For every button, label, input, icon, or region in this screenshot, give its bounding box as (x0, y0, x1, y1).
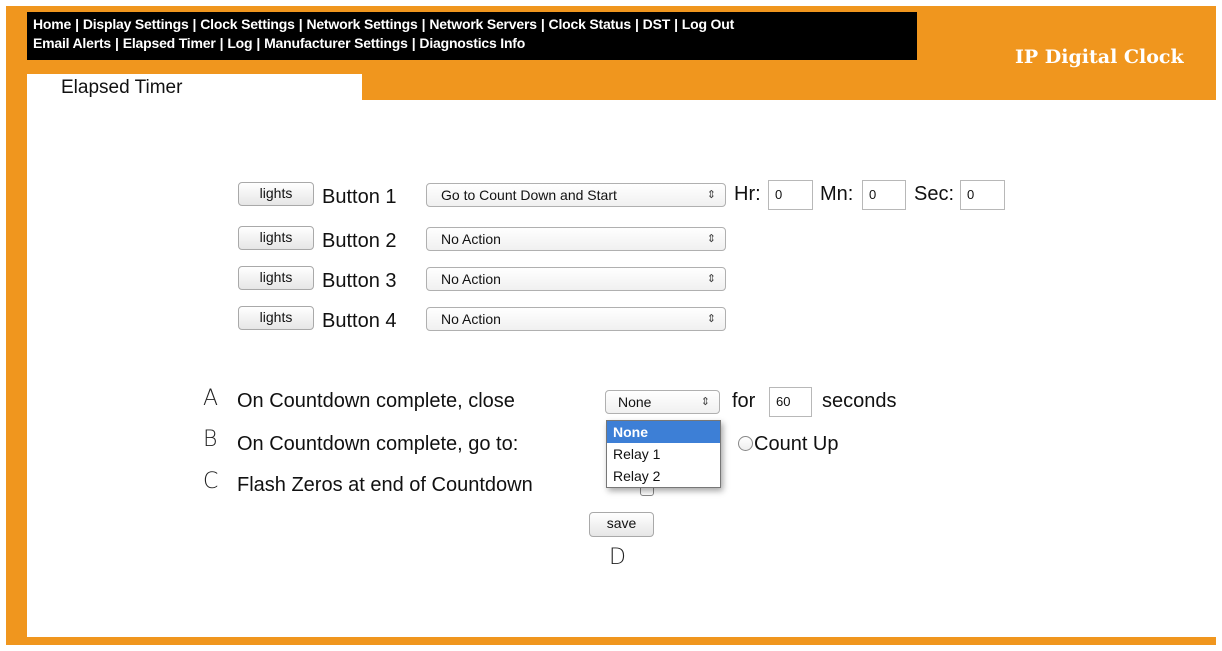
nav-clock-status[interactable]: Clock Status (549, 16, 632, 32)
nav-clock-settings[interactable]: Clock Settings (200, 16, 295, 32)
countdown-close-text: On Countdown complete, close (237, 390, 515, 412)
dropdown-option-none[interactable]: None (607, 421, 720, 443)
page-tab: Elapsed Timer (27, 74, 362, 101)
nav-separator: | (298, 16, 303, 32)
seconds-input[interactable]: 60 (769, 387, 812, 417)
lights-button-1[interactable]: lights (238, 182, 314, 206)
relay-select-value: None (618, 394, 652, 410)
button-1-label: Button 1 (322, 186, 397, 208)
nav-row-2: Email Alerts | Elapsed Timer | Log | Manufactu… (27, 34, 917, 53)
relay-dropdown-list: None Relay 1 Relay 2 (606, 420, 721, 488)
nav-separator: | (634, 16, 639, 32)
mn-label: Mn: (820, 183, 854, 205)
button-4-action-value: No Action (441, 311, 501, 327)
dropdown-option-relay-1[interactable]: Relay 1 (607, 443, 720, 465)
select-arrows-icon: ⇕ (706, 189, 716, 201)
nav-separator: | (674, 16, 678, 32)
nav-separator: | (219, 35, 224, 51)
mn-input[interactable]: 0 (862, 180, 906, 210)
dropdown-option-relay-2[interactable]: Relay 2 (607, 465, 720, 487)
lights-button-4[interactable]: lights (238, 306, 314, 330)
sec-input[interactable]: 0 (960, 180, 1005, 210)
nav-separator: | (411, 35, 416, 51)
nav-home[interactable]: Home (33, 16, 71, 32)
label-d: D (609, 545, 626, 570)
button-4-action-select[interactable]: No Action ⇕ (426, 307, 726, 331)
relay-select[interactable]: None ⇕ (605, 390, 720, 414)
select-arrows-icon: ⇕ (700, 396, 710, 408)
nav-separator: | (192, 16, 197, 32)
nav-manufacturer-settings[interactable]: Manufacturer Settings (264, 35, 408, 51)
lights-button-3[interactable]: lights (238, 266, 314, 290)
nav-separator: | (256, 35, 261, 51)
nav-log-out[interactable]: Log Out (682, 16, 734, 32)
button-3-action-select[interactable]: No Action ⇕ (426, 267, 726, 291)
nav-diagnostics-info[interactable]: Diagnostics Info (419, 35, 525, 51)
seconds-label: seconds (822, 390, 897, 412)
flash-zeros-text: Flash Zeros at end of Countdown (237, 474, 533, 496)
lights-button-2[interactable]: lights (238, 226, 314, 250)
nav-network-settings[interactable]: Network Settings (306, 16, 417, 32)
select-arrows-icon: ⇕ (706, 233, 716, 245)
brand-title: IP Digital Clock (1015, 46, 1184, 68)
button-3-action-value: No Action (441, 271, 501, 287)
nav-dst[interactable]: DST (643, 16, 671, 32)
nav-separator: | (115, 35, 119, 51)
hr-label: Hr: (734, 183, 761, 205)
nav-bar: Home | Display Settings | Clock Settings | Net… (27, 12, 917, 60)
save-button[interactable]: save (589, 512, 654, 537)
page-title: Elapsed Timer (61, 77, 183, 98)
nav-elapsed-timer[interactable]: Elapsed Timer (123, 35, 216, 51)
select-arrows-icon: ⇕ (706, 313, 716, 325)
label-c: C (203, 469, 219, 494)
label-a: A (203, 386, 219, 411)
countup-label: Count Up (754, 433, 839, 455)
button-2-label: Button 2 (322, 230, 397, 252)
nav-log[interactable]: Log (227, 35, 252, 51)
nav-separator: | (540, 16, 545, 32)
label-b: B (203, 427, 218, 452)
nav-network-servers[interactable]: Network Servers (429, 16, 537, 32)
button-1-action-value: Go to Count Down and Start (441, 187, 617, 203)
countup-radio[interactable] (738, 436, 753, 451)
button-3-label: Button 3 (322, 270, 397, 292)
nav-row-1: Home | Display Settings | Clock Settings | Net… (27, 15, 917, 34)
countdown-goto-text: On Countdown complete, go to: (237, 433, 519, 455)
nav-separator: | (421, 16, 426, 32)
hr-input[interactable]: 0 (768, 180, 813, 210)
sec-label: Sec: (914, 183, 955, 205)
button-4-label: Button 4 (322, 310, 397, 332)
nav-display-settings[interactable]: Display Settings (83, 16, 189, 32)
button-2-action-select[interactable]: No Action ⇕ (426, 227, 726, 251)
button-1-action-select[interactable]: Go to Count Down and Start ⇕ (426, 183, 726, 207)
for-label: for (732, 390, 756, 412)
button-2-action-value: No Action (441, 231, 501, 247)
nav-email-alerts[interactable]: Email Alerts (33, 35, 111, 51)
nav-separator: | (75, 16, 79, 32)
select-arrows-icon: ⇕ (706, 273, 716, 285)
